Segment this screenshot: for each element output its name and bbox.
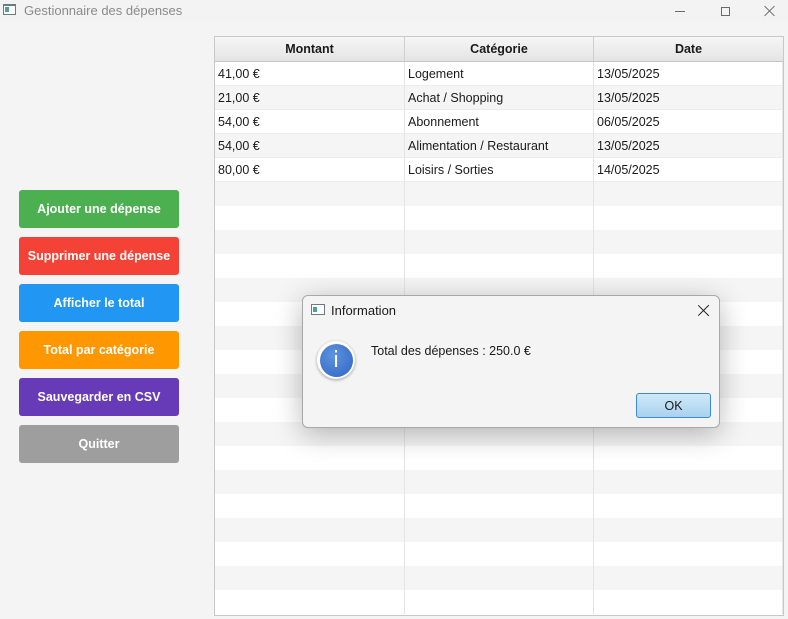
delete-expense-button[interactable]: Supprimer une dépense: [19, 237, 179, 275]
empty-table-row: [215, 518, 783, 542]
dialog-window-icon: [311, 304, 325, 315]
empty-cell: [215, 590, 405, 614]
empty-table-row: [215, 182, 783, 206]
info-icon-glyph: i: [319, 343, 353, 377]
table-row[interactable]: 41,00 € Logement 13/05/2025: [215, 62, 783, 86]
cell-amount: 54,00 €: [215, 134, 405, 158]
total-by-category-button[interactable]: Total par catégorie: [19, 331, 179, 369]
quit-button[interactable]: Quitter: [19, 425, 179, 463]
empty-cell: [405, 542, 594, 566]
empty-cell: [594, 446, 783, 470]
empty-cell: [405, 494, 594, 518]
cell-date: 13/05/2025: [594, 86, 783, 110]
empty-cell: [405, 566, 594, 590]
empty-cell: [405, 470, 594, 494]
empty-cell: [215, 470, 405, 494]
empty-table-row: [215, 230, 783, 254]
minimize-icon: [675, 10, 685, 12]
empty-cell: [215, 182, 405, 206]
save-csv-button[interactable]: Sauvegarder en CSV: [19, 378, 179, 416]
close-icon: [764, 5, 776, 17]
empty-cell: [405, 254, 594, 278]
empty-cell: [215, 254, 405, 278]
info-icon: i: [317, 341, 355, 379]
column-header-amount[interactable]: Montant: [215, 37, 405, 61]
show-total-button[interactable]: Afficher le total: [19, 284, 179, 322]
maximize-button[interactable]: [702, 0, 748, 22]
empty-table-row: [215, 494, 783, 518]
empty-cell: [405, 206, 594, 230]
empty-cell: [405, 446, 594, 470]
empty-cell: [405, 518, 594, 542]
empty-cell: [594, 542, 783, 566]
table-row[interactable]: 54,00 € Alimentation / Restaurant 13/05/…: [215, 134, 783, 158]
empty-table-row: [215, 590, 783, 614]
window-title: Gestionnaire des dépenses: [24, 3, 183, 18]
cell-amount: 21,00 €: [215, 86, 405, 110]
cell-category: Abonnement: [405, 110, 594, 134]
empty-table-row: [215, 446, 783, 470]
maximize-icon: [720, 6, 730, 16]
add-expense-button[interactable]: Ajouter une dépense: [19, 190, 179, 228]
main-window: Gestionnaire des dépenses Ajouter une dé…: [0, 0, 788, 619]
empty-cell: [215, 542, 405, 566]
empty-cell: [594, 494, 783, 518]
cell-category: Loisirs / Sorties: [405, 158, 594, 182]
information-dialog: Information i Total des dépenses : 250.0…: [302, 295, 720, 428]
table-row[interactable]: 54,00 € Abonnement 06/05/2025: [215, 110, 783, 134]
close-window-button[interactable]: [747, 0, 788, 22]
empty-cell: [594, 590, 783, 614]
cell-date: 06/05/2025: [594, 110, 783, 134]
empty-cell: [594, 470, 783, 494]
column-header-category[interactable]: Catégorie: [405, 37, 594, 61]
minimize-button[interactable]: [657, 0, 703, 22]
empty-table-row: [215, 470, 783, 494]
dialog-message: Total des dépenses : 250.0 €: [371, 344, 531, 358]
empty-cell: [405, 590, 594, 614]
empty-cell: [594, 206, 783, 230]
app-window-icon: [3, 4, 16, 15]
empty-cell: [215, 518, 405, 542]
cell-category: Achat / Shopping: [405, 86, 594, 110]
empty-cell: [594, 182, 783, 206]
empty-cell: [215, 566, 405, 590]
table-header: Montant Catégorie Date: [215, 37, 783, 62]
empty-cell: [594, 518, 783, 542]
empty-cell: [215, 494, 405, 518]
empty-cell: [594, 254, 783, 278]
title-bar: Gestionnaire des dépenses: [0, 0, 788, 22]
dialog-title-bar[interactable]: Information: [303, 296, 719, 324]
empty-cell: [594, 230, 783, 254]
empty-cell: [594, 566, 783, 590]
table-row[interactable]: 21,00 € Achat / Shopping 13/05/2025: [215, 86, 783, 110]
empty-cell: [215, 230, 405, 254]
column-header-date[interactable]: Date: [594, 37, 783, 61]
cell-date: 14/05/2025: [594, 158, 783, 182]
empty-table-row: [215, 206, 783, 230]
empty-cell: [405, 182, 594, 206]
dialog-close-icon[interactable]: [697, 304, 709, 316]
cell-category: Logement: [405, 62, 594, 86]
ok-button[interactable]: OK: [636, 393, 711, 418]
cell-date: 13/05/2025: [594, 62, 783, 86]
cell-amount: 41,00 €: [215, 62, 405, 86]
table-row[interactable]: 80,00 € Loisirs / Sorties 14/05/2025: [215, 158, 783, 182]
empty-cell: [215, 206, 405, 230]
cell-category: Alimentation / Restaurant: [405, 134, 594, 158]
empty-cell: [215, 446, 405, 470]
empty-table-row: [215, 542, 783, 566]
empty-table-row: [215, 254, 783, 278]
cell-date: 13/05/2025: [594, 134, 783, 158]
dialog-title: Information: [331, 303, 397, 318]
empty-cell: [405, 230, 594, 254]
cell-amount: 80,00 €: [215, 158, 405, 182]
empty-table-row: [215, 566, 783, 590]
cell-amount: 54,00 €: [215, 110, 405, 134]
